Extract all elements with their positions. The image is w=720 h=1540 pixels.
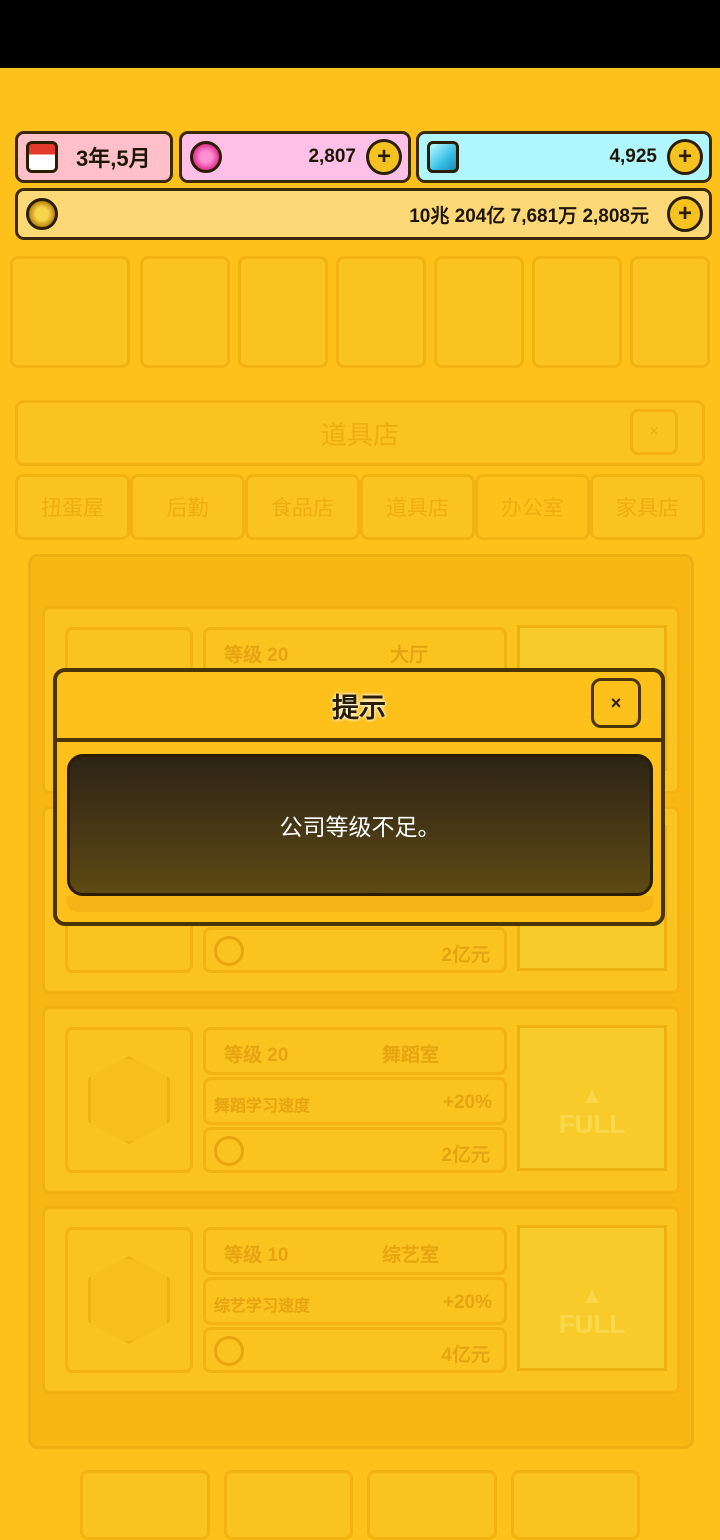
shop-tabs: 扭蛋屋 后勤 食品店 道具店 办公室 家具店 [15,474,705,542]
add-diamonds-button[interactable]: + [667,139,703,175]
nav-slot [532,256,622,368]
full-label: FULL [558,1109,626,1139]
coin-icon [214,1336,244,1366]
nav-slot [336,256,426,368]
coin-icon [214,936,244,966]
dance-room-icon [88,1056,170,1144]
dialog-title: 提示 [57,672,661,742]
add-money-button[interactable]: + [667,196,703,232]
tab-gacha[interactable]: 扭蛋屋 [15,474,130,540]
notice-dialog: 提示 × 公司等级不足。 [53,668,665,926]
top-nav-icons [10,256,710,374]
tab-food-shop[interactable]: 食品店 [245,474,360,540]
full-label: FULL [558,1309,626,1339]
card-stat-label: 舞蹈学习速度 [214,1098,311,1115]
card-level: 等级 20 [224,1045,289,1066]
nav-slot [238,256,328,368]
dialog-message-box: 公司等级不足。 [67,754,653,896]
variety-room-icon [88,1256,170,1344]
card-level: 等级 10 [224,1245,289,1266]
coin-icon [214,1136,244,1166]
nav-slot [630,256,710,368]
calendar-icon [26,141,58,173]
card-stat-value: +20% [442,1092,492,1113]
tab-office[interactable]: 办公室 [475,474,590,540]
add-gems-button[interactable]: + [366,139,402,175]
tab-furniture[interactable]: 家具店 [590,474,705,540]
upgrade-button[interactable]: ▲ FULL [517,1225,667,1371]
diamond-icon [427,141,459,173]
bottom-nav-slot[interactable] [367,1470,497,1540]
card-cost: 2亿元 [441,945,490,966]
date-value: 3年,5月 [76,146,151,171]
card-name: 综艺室 [382,1245,440,1266]
dialog-message: 公司等级不足。 [279,814,441,840]
card-stat-label: 综艺学习速度 [214,1298,311,1315]
shop-title: 道具店 [320,419,399,450]
diamond-value: 4,925 [609,146,657,167]
close-icon: × [610,692,622,713]
gem-value: 2,807 [308,146,356,167]
money-value: 10兆 204亿 7,681万 2,808元 [409,205,649,227]
dialog-close-button[interactable]: × [591,678,641,728]
card-stat-row: 舞蹈学习速度 +20% [203,1077,507,1125]
card-stat-row: 综艺学习速度 +20% [203,1277,507,1325]
bottom-nav-slot[interactable] [80,1470,210,1540]
dialog-bottom-rim [67,896,653,912]
card-icon-frame [65,1227,193,1373]
upgrade-arrow-icon: ▲ [581,1283,603,1308]
upgrade-arrow-icon: ▲ [581,1083,603,1108]
tab-item-shop[interactable]: 道具店 [360,474,475,540]
card-cost-row: 2亿元 [203,927,507,973]
upgrade-button[interactable]: ▲ FULL [517,1025,667,1171]
tab-logistics[interactable]: 后勤 [130,474,245,540]
shop-close-button[interactable]: × [630,409,678,455]
bottom-nav-slot[interactable] [223,1470,353,1540]
date-bar: 3年,5月 [15,131,173,183]
gem-icon [190,141,222,173]
card-stat-value: +20% [442,1292,492,1313]
nav-slot [10,256,130,368]
card-icon-frame [65,1027,193,1173]
card-cost: 2亿元 [441,1145,490,1166]
card-name: 舞蹈室 [382,1045,440,1066]
card-info: 等级 10 综艺室 [203,1227,507,1275]
money-bar: 10兆 204亿 7,681万 2,808元 + [15,188,712,240]
gem-bar: 2,807 + [179,131,411,183]
card-name: 大厅 [390,645,429,666]
system-status-bar [0,0,720,68]
upgrade-card: 等级 10 综艺室 综艺学习速度 +20% 4亿元 ▲ FULL [42,1206,680,1394]
diamond-bar: 4,925 + [416,131,712,183]
nav-slot [434,256,524,368]
card-info: 等级 20 舞蹈室 [203,1027,507,1075]
nav-slot [140,256,230,368]
card-level: 等级 20 [224,645,289,666]
bottom-nav-slot[interactable] [510,1470,640,1540]
card-cost: 4亿元 [441,1345,490,1366]
bottom-nav [80,1470,640,1540]
card-cost-row: 2亿元 [203,1127,507,1173]
coin-icon [26,198,58,230]
upgrade-card: 等级 20 舞蹈室 舞蹈学习速度 +20% 2亿元 ▲ FULL [42,1006,680,1194]
shop-header: 道具店 × [15,400,705,466]
card-cost-row: 4亿元 [203,1327,507,1373]
